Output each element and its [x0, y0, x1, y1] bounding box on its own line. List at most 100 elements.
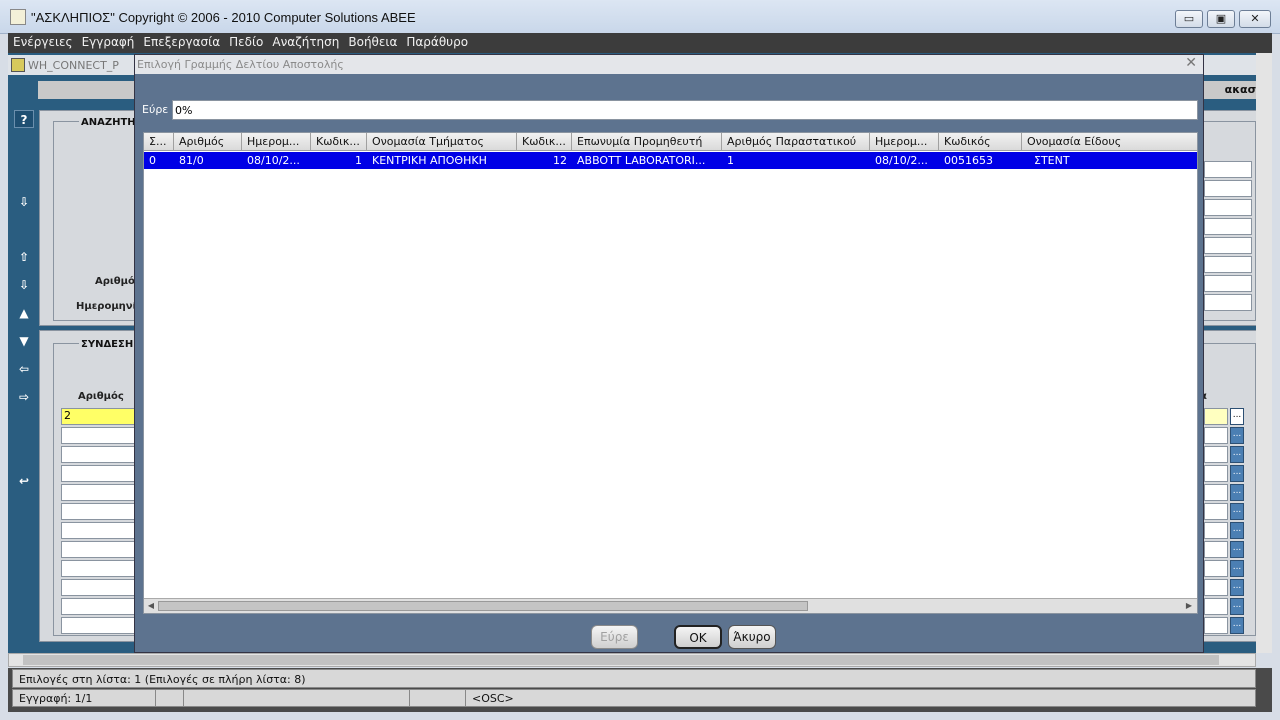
column-header[interactable]: Επωνυμία Προμηθευτή [572, 133, 722, 151]
scroll-left-icon[interactable]: ◀ [145, 600, 157, 612]
prev-record-icon[interactable]: ▲ [14, 304, 34, 322]
menu-actions[interactable]: Ενέργειες [8, 33, 77, 49]
next-record-icon[interactable]: ▼ [14, 332, 34, 350]
link-number-field[interactable] [61, 522, 136, 539]
lov-button[interactable]: ... [1230, 598, 1244, 615]
right-field-4[interactable] [1204, 218, 1252, 235]
link-right-field[interactable] [1204, 579, 1228, 596]
background-vertical-scrollbar[interactable] [1256, 53, 1272, 653]
dialog-title: Επιλογή Γραμμής Δελτίου Αποστολής [137, 58, 344, 71]
link-number-field[interactable] [61, 446, 136, 463]
first-record-icon[interactable]: ⇧ [14, 248, 34, 266]
help-button[interactable]: ? [14, 110, 34, 128]
table-row-selected[interactable]: 0 81/0 08/10/2... 1 ΚΕΝΤΡΙΚΗ ΑΠΟΘΗΚΗ 12 … [144, 152, 1197, 169]
link-number-field[interactable] [61, 598, 136, 615]
link-right-field[interactable] [1204, 598, 1228, 615]
right-field-5[interactable] [1204, 237, 1252, 254]
link-number-field[interactable] [61, 465, 136, 482]
status-message: Επιλογές στη λίστα: 1 (Επιλογές σε πλήρη… [12, 669, 1256, 688]
lov-button[interactable]: ... [1230, 560, 1244, 577]
lov-button[interactable]: ... [1230, 579, 1244, 596]
lov-button[interactable]: ... [1230, 541, 1244, 558]
grid-horizontal-scrollbar[interactable]: ◀ ▶ [144, 598, 1197, 613]
link-right-field[interactable] [1204, 427, 1228, 444]
column-header[interactable]: Ημερομ... [870, 133, 939, 151]
table-cell: 81/0 [179, 154, 204, 167]
menu-window[interactable]: Παράθυρο [401, 33, 472, 49]
table-cell: ΣΤΕΝΤ [1034, 154, 1070, 167]
lov-button[interactable]: ... [1230, 617, 1244, 634]
close-window-button[interactable]: ✕ [1239, 10, 1271, 28]
menu-help[interactable]: Βοήθεια [343, 33, 401, 49]
column-header[interactable]: Ονομασία Είδους [1022, 133, 1197, 151]
cancel-button[interactable]: Άκυρο [728, 625, 776, 649]
link-number-field-active[interactable]: 2 [61, 408, 136, 425]
right-field-6[interactable] [1204, 256, 1252, 273]
lov-button[interactable]: ... [1230, 465, 1244, 482]
lov-button[interactable]: ... [1230, 446, 1244, 463]
exit-icon[interactable]: ↩ [14, 472, 34, 490]
right-field-1[interactable] [1204, 161, 1252, 178]
link-number-field[interactable] [61, 427, 136, 444]
scroll-right-icon[interactable]: ▶ [1183, 600, 1195, 612]
column-header[interactable]: Κωδικ... [311, 133, 367, 151]
link-section-label: ΣΥΝΔΕΣΗ [79, 339, 136, 350]
ok-button[interactable]: OK [674, 625, 722, 649]
link-right-field[interactable] [1204, 446, 1228, 463]
table-cell: ΚΕΝΤΡΙΚΗ ΑΠΟΘΗΚΗ [372, 154, 487, 167]
background-horizontal-scrollbar[interactable] [8, 653, 1256, 667]
menu-edit[interactable]: Επεξεργασία [138, 33, 224, 49]
column-header[interactable]: Κωδικ... [517, 133, 572, 151]
scrollbar-thumb[interactable] [158, 601, 808, 611]
link-number-field[interactable] [61, 503, 136, 520]
right-field-2[interactable] [1204, 180, 1252, 197]
table-cell: 08/10/2... [875, 154, 928, 167]
menu-field[interactable]: Πεδίο [224, 33, 267, 49]
right-field-3[interactable] [1204, 199, 1252, 216]
lov-button[interactable]: ... [1230, 503, 1244, 520]
link-right-field[interactable] [1204, 617, 1228, 634]
lov-button[interactable]: ... [1230, 427, 1244, 444]
lov-button[interactable]: ... [1230, 408, 1244, 425]
select-line-dialog: Επιλογή Γραμμής Δελτίου Αποστολής ✕ Εύρε… [134, 54, 1204, 653]
link-right-field[interactable] [1204, 503, 1228, 520]
link-number-field[interactable] [61, 560, 136, 577]
back-icon[interactable]: ⇦ [14, 360, 34, 378]
link-number-field[interactable] [61, 579, 136, 596]
right-field-7[interactable] [1204, 275, 1252, 292]
minimize-button[interactable]: ▭ [1175, 10, 1203, 28]
window-title: "ΑΣΚΛΗΠΙΟΣ" Copyright © 2006 - 2010 Comp… [31, 10, 416, 25]
find-button[interactable]: Εύρε [591, 625, 638, 649]
lov-button[interactable]: ... [1230, 522, 1244, 539]
link-number-field[interactable] [61, 617, 136, 634]
column-header[interactable]: Αριθμός [174, 133, 242, 151]
link-right-field[interactable] [1204, 465, 1228, 482]
menu-record[interactable]: Εγγραφή [77, 33, 139, 49]
link-right-field-active[interactable] [1204, 408, 1228, 425]
column-header[interactable]: Κωδικός [939, 133, 1022, 151]
link-right-field[interactable] [1204, 560, 1228, 577]
record-indicator: Εγγραφή: 1/1 [13, 690, 156, 706]
status-cell [184, 690, 410, 706]
link-right-field[interactable] [1204, 484, 1228, 501]
column-header[interactable]: Σ... [144, 133, 174, 151]
find-input[interactable] [172, 100, 1198, 120]
last-record-icon[interactable]: ⇩ [14, 276, 34, 294]
date-label: Ημερομηνί [76, 301, 137, 312]
dialog-close-icon[interactable]: ✕ [1185, 55, 1197, 71]
link-number-field[interactable] [61, 484, 136, 501]
table-cell: 0051653 [944, 154, 993, 167]
menu-search[interactable]: Αναζήτηση [267, 33, 343, 49]
column-header[interactable]: Ημερομ... [242, 133, 311, 151]
link-right-field[interactable] [1204, 541, 1228, 558]
save-icon[interactable]: ⇩ [14, 193, 34, 211]
forward-icon[interactable]: ⇨ [14, 388, 34, 406]
link-right-field[interactable] [1204, 522, 1228, 539]
column-header[interactable]: Αριθμός Παραστατικού [722, 133, 870, 151]
column-header[interactable]: Ονομασία Τμήματος [367, 133, 517, 151]
maximize-button[interactable]: ▣ [1207, 10, 1235, 28]
right-field-8[interactable] [1204, 294, 1252, 311]
scrollbar-thumb[interactable] [23, 655, 1219, 665]
link-number-field[interactable] [61, 541, 136, 558]
lov-button[interactable]: ... [1230, 484, 1244, 501]
